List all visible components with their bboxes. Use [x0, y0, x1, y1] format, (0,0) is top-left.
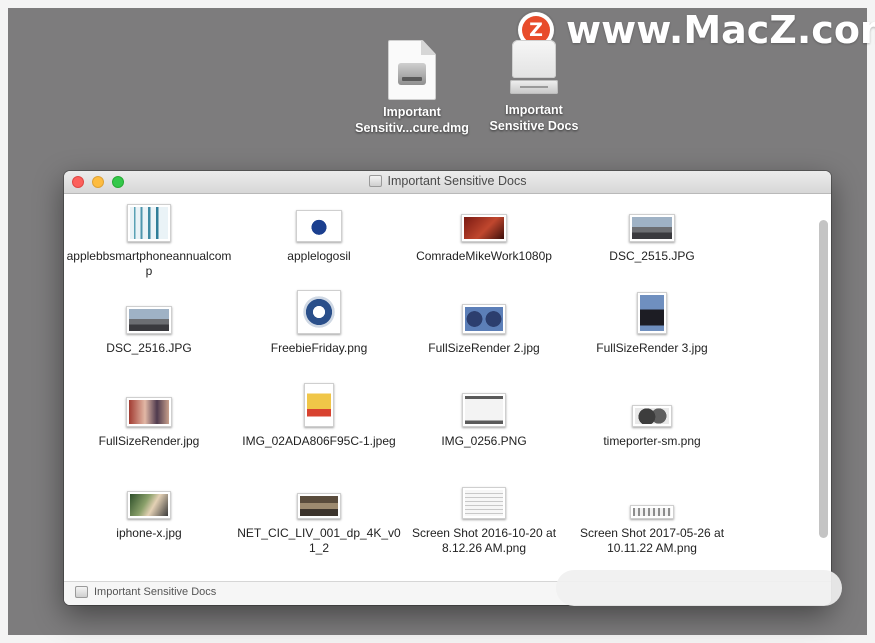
file-item[interactable]: applelogosil	[234, 200, 404, 264]
file-thumbnail	[630, 505, 674, 519]
file-thumbnail	[297, 290, 341, 334]
file-name: DSC_2516.JPG	[106, 341, 192, 355]
file-item[interactable]: Screen Shot 2017-05-26 at 10.11.22 AM.pn…	[567, 477, 737, 556]
mounted-volume-icon	[508, 40, 560, 98]
file-thumbnail	[126, 397, 172, 427]
file-item[interactable]: ComradeMikeWork1080p	[399, 200, 569, 264]
file-item[interactable]: DSC_2516.JPG	[64, 292, 234, 356]
file-thumbnail	[127, 204, 171, 242]
path-bar-label[interactable]: Important Sensitive Docs	[94, 586, 216, 598]
file-item[interactable]: iphone-x.jpg	[64, 477, 234, 541]
file-item[interactable]: IMG_02ADA806F95C-1.jpeg	[234, 383, 404, 449]
file-thumbnail	[127, 491, 171, 519]
file-item[interactable]: FullSizeRender.jpg	[64, 385, 234, 449]
drive-icon	[75, 586, 88, 598]
file-name: applelogosil	[287, 249, 351, 263]
file-item[interactable]: IMG_0256.PNG	[399, 385, 569, 449]
file-thumbnail	[462, 304, 506, 334]
file-name: DSC_2515.JPG	[609, 249, 695, 263]
file-thumbnail	[462, 393, 506, 427]
file-thumbnail	[461, 214, 507, 242]
file-thumbnail	[629, 214, 675, 242]
file-item[interactable]: FullSizeRender 3.jpg	[567, 292, 737, 356]
file-item[interactable]: NET_CIC_LIV_001_dp_4K_v01_2	[234, 477, 404, 556]
file-name: FullSizeRender.jpg	[98, 434, 200, 448]
dmg-file-icon	[388, 40, 436, 100]
icon-view: applebbsmartphoneannualcomp applelogosil C…	[64, 194, 831, 581]
finder-window: Important Sensitive Docs applebbsmartpho…	[64, 171, 831, 605]
file-thumbnail	[462, 487, 506, 519]
desktop-icon-label: Important Sensitive Docs	[489, 103, 579, 133]
file-name: Screen Shot 2017-05-26 at 10.11.22 AM.pn…	[579, 526, 725, 555]
desktop-icon-dmg[interactable]: Important Sensitiv...cure.dmg	[342, 40, 482, 136]
file-name: FullSizeRender 2.jpg	[428, 341, 540, 355]
drive-icon	[368, 175, 382, 187]
file-item[interactable]: applebbsmartphoneannualcomp	[64, 200, 234, 279]
file-item[interactable]: FullSizeRender 2.jpg	[399, 292, 569, 356]
file-item[interactable]: DSC_2515.JPG	[567, 200, 737, 264]
file-item[interactable]: timeporter-sm.png	[567, 385, 737, 449]
file-name: Screen Shot 2016-10-20 at 8.12.26 AM.png	[411, 526, 557, 555]
window-titlebar[interactable]: Important Sensitive Docs	[64, 171, 831, 194]
file-item[interactable]: FreebieFriday.png	[234, 290, 404, 356]
file-item[interactable]: Screen Shot 2016-10-20 at 8.12.26 AM.png	[399, 477, 569, 556]
file-thumbnail	[304, 383, 334, 427]
file-name: IMG_02ADA806F95C-1.jpeg	[242, 434, 396, 448]
file-thumbnail	[126, 306, 172, 334]
file-name: FreebieFriday.png	[270, 341, 368, 355]
desktop-icon-label: Important Sensitiv...cure.dmg	[355, 105, 469, 135]
file-thumbnail	[637, 292, 667, 334]
desktop-icon-volume[interactable]: Important Sensitive Docs	[464, 40, 604, 134]
file-name: timeporter-sm.png	[603, 434, 701, 448]
file-name: IMG_0256.PNG	[441, 434, 527, 448]
file-name: NET_CIC_LIV_001_dp_4K_v01_2	[237, 526, 401, 555]
file-name: iphone-x.jpg	[116, 526, 182, 540]
file-thumbnail	[296, 210, 342, 242]
file-name: applebbsmartphoneannualcomp	[66, 249, 232, 278]
vertical-scrollbar[interactable]	[819, 220, 828, 538]
watermark-text: www.MacZ.com	[566, 8, 875, 52]
window-title: Important Sensitive Docs	[64, 174, 831, 188]
redaction-scribble	[556, 570, 842, 606]
file-name: ComradeMikeWork1080p	[416, 249, 552, 263]
file-thumbnail	[632, 405, 672, 427]
file-name: FullSizeRender 3.jpg	[596, 341, 708, 355]
file-thumbnail	[297, 493, 341, 519]
